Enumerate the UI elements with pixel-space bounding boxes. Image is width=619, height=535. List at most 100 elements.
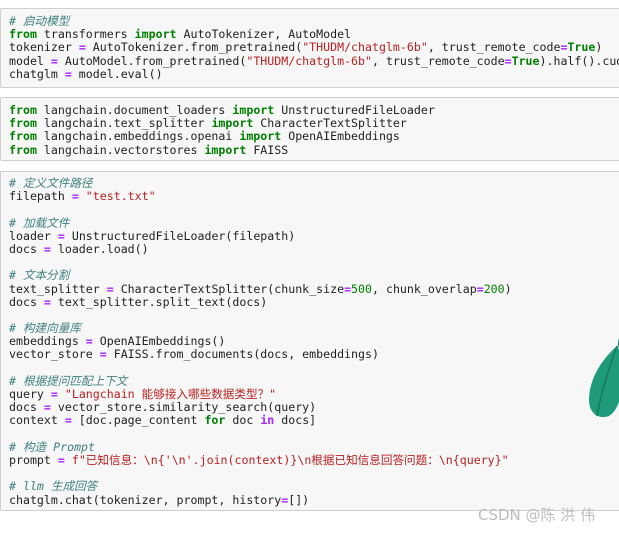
code-token: tokenizer [9, 40, 79, 55]
code-token: loader.load() [50, 241, 149, 256]
code-token: langchain.vectorstores [36, 142, 205, 157]
code-token: # 文本分割 [9, 268, 70, 283]
code-token: = [71, 189, 79, 204]
code-token: , trust_remote_code [427, 40, 561, 55]
code-token: , trust_remote_code [371, 53, 505, 68]
code-content: # 定义文件路径 filepath = "test.txt" # 加载文件 loade… [9, 176, 512, 507]
code-token: import [239, 129, 282, 144]
code-token: []) [288, 492, 310, 507]
code-token: prompt [9, 452, 58, 467]
code-token: CharacterTextSplitter [253, 116, 407, 131]
code-token: True [567, 40, 596, 55]
code-token: in [260, 413, 275, 428]
code-token: FAISS [246, 142, 289, 157]
code-line: from langchain.vectorstores import FAISS [9, 142, 435, 157]
code-token: ) [595, 40, 603, 55]
csdn-watermark: CSDN @陈 洪 伟 [478, 506, 596, 524]
code-token: = [85, 334, 93, 349]
code-token: OpenAIEmbeddings [281, 129, 400, 144]
code-line: docs = text_splitter.split_text(docs) [9, 294, 512, 309]
code-token: ) [504, 281, 512, 296]
code-token: context [9, 413, 65, 428]
code-token: = [64, 66, 72, 81]
code-token: model [9, 53, 51, 68]
code-token: loader [9, 228, 58, 243]
code-line: chatglm = model.eval() [9, 66, 619, 81]
code-cell-imports[interactable]: from langchain.document_loaders import U… [0, 97, 619, 161]
code-token: = [43, 400, 51, 415]
code-token: model.eval() [71, 66, 163, 81]
code-token: = [57, 228, 65, 243]
code-content: from langchain.document_loaders import U… [9, 103, 435, 157]
code-token: doc [225, 413, 261, 428]
code-token: # 启动模型 [9, 14, 70, 28]
code-token: AutoTokenizer, AutoModel [176, 27, 352, 42]
code-token: CharacterTextSplitter(chunk_size [113, 281, 345, 296]
code-cell-model-setup[interactable]: # 启动模型 from transformers import AutoToken… [0, 8, 619, 88]
code-token: # 构造 Prompt [9, 439, 96, 454]
code-token: = [106, 281, 114, 296]
code-token: docs [9, 294, 44, 309]
code-token: "test.txt" [85, 189, 156, 204]
code-token: # 根据提问匹配上下文 [9, 373, 128, 388]
code-token: from [9, 129, 37, 144]
code-content: # 启动模型 from transformers import AutoToken… [9, 14, 619, 81]
code-token: = [57, 452, 65, 467]
code-token: = [476, 281, 484, 296]
code-line: chatglm.chat(tokenizer, prompt, history=… [9, 492, 512, 507]
code-line: prompt = f"已知信息：\n{'\n'.join(context)}\n… [9, 452, 512, 467]
code-token: transformers [36, 27, 135, 42]
code-token: docs] [274, 413, 317, 428]
code-token: text_splitter.split_text(docs) [50, 294, 268, 309]
code-token: OpenAIEmbeddings() [92, 334, 226, 349]
code-token: import [232, 103, 275, 117]
code-token: UnstructuredFileLoader [274, 103, 435, 117]
code-cell-pipeline[interactable]: # 定义文件路径 filepath = "test.txt" # 加载文件 loade… [0, 171, 619, 511]
code-token: import [134, 27, 177, 42]
code-token: langchain.embeddings.openai [36, 129, 240, 144]
code-token: # 加载文件 [9, 215, 70, 230]
code-token: [doc.page_content [71, 413, 205, 428]
code-token: = [50, 387, 58, 401]
code-token: # 构建向量库 [9, 321, 81, 336]
code-token: = [344, 281, 352, 296]
code-token: = [64, 413, 72, 428]
code-token: "THUDM/chatglm-6b" [246, 53, 372, 68]
code-token: text_splitter [9, 281, 107, 296]
code-token: filepath [9, 189, 72, 204]
code-token: # llm 生成回答 [9, 479, 98, 494]
code-token: import [204, 142, 247, 157]
code-token: UnstructuredFileLoader(filepath) [64, 228, 296, 243]
code-token: 200 [483, 281, 505, 296]
code-token: AutoTokenizer.from_pretrained( [85, 40, 303, 55]
code-token: = [504, 53, 512, 68]
code-token: from [9, 27, 37, 42]
code-token: = [50, 53, 58, 68]
code-line: context = [doc.page_content for doc in d… [9, 414, 512, 427]
code-token: query [9, 387, 51, 401]
code-line: filepath = "test.txt" [9, 190, 512, 203]
code-token: True [511, 53, 540, 68]
leaf-decoration-icon [589, 338, 619, 417]
code-token: import [211, 116, 254, 131]
code-token: vector_store.similarity_search(query) [50, 400, 317, 415]
code-token: = [99, 347, 107, 362]
code-token: from [9, 116, 37, 131]
code-token: langchain.document_loaders [36, 103, 233, 117]
code-token: from [9, 142, 37, 157]
code-token: f"已知信息：\n{'\n'.join(context)}\n根据已知信息回答问… [71, 452, 509, 467]
code-token: from [9, 103, 37, 117]
code-line: docs = loader.load() [9, 241, 512, 256]
code-token: = [43, 241, 51, 256]
code-token: for [204, 413, 226, 428]
code-token: FAISS.from_documents(docs, embeddings) [106, 347, 379, 362]
code-token: "THUDM/chatglm-6b" [302, 40, 428, 55]
code-token: langchain.text_splitter [36, 116, 212, 131]
code-token: embeddings [9, 334, 86, 349]
